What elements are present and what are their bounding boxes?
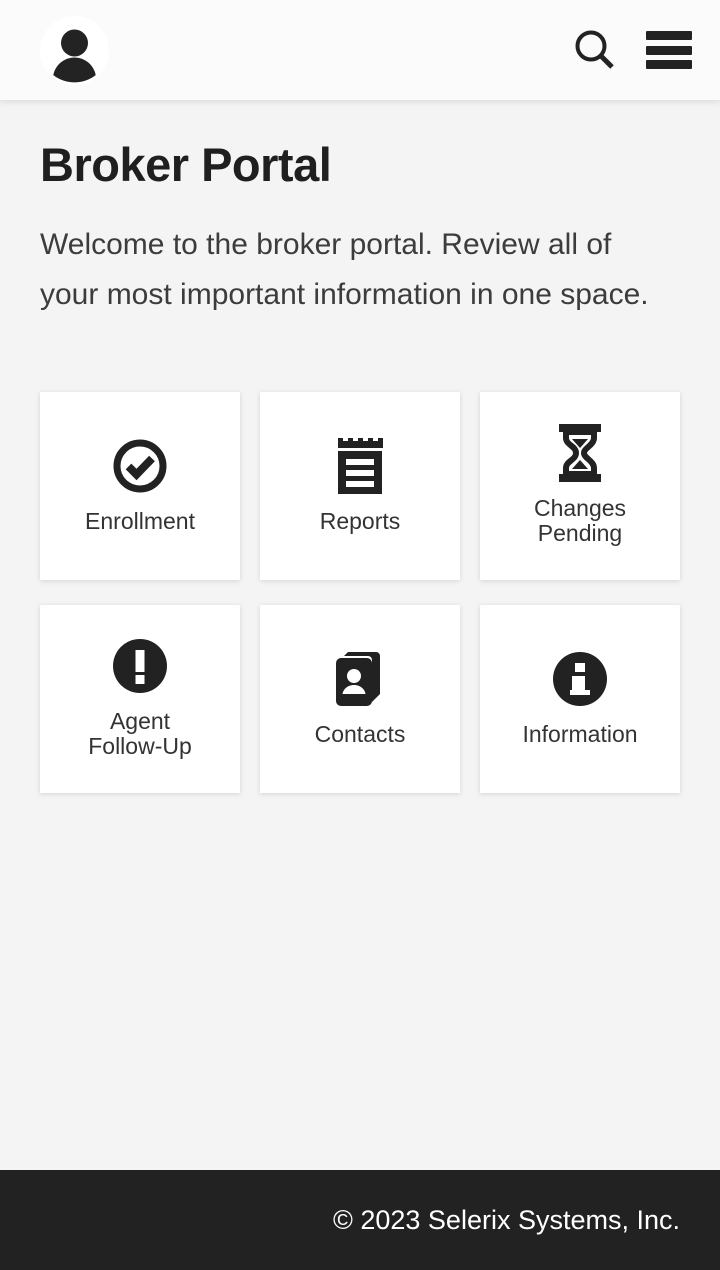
tile-label: Agent Follow-Up [88, 708, 192, 759]
tile-label: Information [522, 720, 638, 747]
check-circle-icon [111, 435, 169, 497]
tile-contacts[interactable]: Contacts [260, 605, 460, 793]
page-subtitle: Welcome to the broker portal. Review all… [40, 228, 649, 311]
tile-changes-pending[interactable]: Changes Pending [480, 392, 680, 580]
info-circle-icon [551, 648, 609, 710]
main-content: Broker Portal Welcome to the broker port… [0, 100, 720, 1170]
notepad-icon [334, 435, 386, 497]
exclamation-circle-icon [111, 635, 169, 697]
tile-grid: Enrollment Reports Changes Pending Agent… [40, 392, 680, 793]
header-actions [572, 0, 692, 100]
tile-agent-follow-up[interactable]: Agent Follow-Up [40, 605, 240, 793]
avatar[interactable] [40, 16, 109, 85]
tile-information[interactable]: Information [480, 605, 680, 793]
tile-reports[interactable]: Reports [260, 392, 460, 580]
address-book-icon [332, 648, 388, 710]
menu-button[interactable] [646, 31, 692, 69]
tile-label: Changes Pending [533, 495, 627, 546]
tile-enrollment[interactable]: Enrollment [40, 392, 240, 580]
avatar-person-icon [40, 16, 109, 85]
tile-label: Enrollment [85, 507, 195, 534]
hamburger-icon [646, 31, 692, 69]
tile-label: Reports [319, 507, 401, 534]
copyright-text: © 2023 Selerix Systems, Inc. [332, 1204, 680, 1235]
tile-label: Contacts [314, 720, 406, 747]
search-button[interactable] [572, 27, 618, 73]
page-title: Broker Portal [40, 138, 332, 191]
hourglass-icon [556, 422, 604, 484]
search-icon [575, 30, 614, 69]
app-footer: © 2023 Selerix Systems, Inc. [0, 1170, 720, 1270]
app-header [0, 0, 720, 100]
